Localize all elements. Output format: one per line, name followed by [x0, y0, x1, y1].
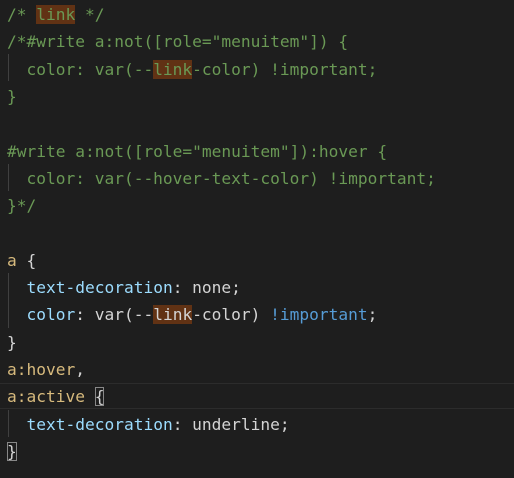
- code-token: ;: [367, 305, 378, 325]
- code-token: */: [75, 5, 105, 24]
- bracket-match: }: [7, 441, 17, 461]
- code-line[interactable]: }: [7, 438, 17, 465]
- code-editor[interactable]: /* link *//*#write a:not([role="menuitem…: [0, 0, 514, 478]
- code-token: }: [7, 86, 17, 106]
- code-token: a: [7, 250, 17, 270]
- search-match-highlight: link: [153, 59, 193, 79]
- code-token: color: var(--: [7, 59, 154, 79]
- code-token: text-decoration: [26, 414, 173, 434]
- search-match-highlight: link: [36, 5, 76, 24]
- code-token: #write a:not([role="menuitem"]):hover {: [7, 141, 388, 161]
- code-line[interactable]: a:hover,: [7, 356, 85, 383]
- code-token: a:active: [7, 387, 85, 407]
- code-token: {: [16, 250, 37, 270]
- code-line[interactable]: color: var(--link-color) !important;: [7, 56, 377, 83]
- code-token: /*#write a:not([role="menuitem"]) {: [7, 32, 349, 52]
- code-line[interactable]: text-decoration: none;: [7, 274, 241, 301]
- code-line[interactable]: }: [7, 329, 17, 356]
- code-token: a:hover: [7, 359, 76, 379]
- code-line[interactable]: }: [7, 83, 17, 110]
- code-line[interactable]: text-decoration: underline;: [7, 411, 290, 438]
- code-line[interactable]: a {: [7, 247, 36, 274]
- code-token: color: [26, 305, 76, 325]
- code-token: }*/: [7, 196, 37, 216]
- search-match-highlight: link: [153, 305, 193, 325]
- code-line[interactable]: /* link */: [7, 1, 104, 28]
- code-line[interactable]: color: var(--link-color) !important;: [7, 301, 377, 328]
- code-token: !important: [270, 305, 368, 325]
- code-line[interactable]: a:active {: [7, 383, 105, 410]
- code-token: -color) !important;: [192, 59, 378, 79]
- code-token: : var(--: [75, 305, 154, 325]
- code-line[interactable]: /*#write a:not([role="menuitem"]) {: [7, 28, 348, 55]
- code-token: }: [7, 332, 17, 352]
- code-token: /*: [7, 5, 37, 24]
- code-token: text-decoration: [26, 278, 173, 297]
- code-line[interactable]: }*/: [7, 192, 36, 219]
- code-line[interactable]: #write a:not([role="menuitem"]):hover {: [7, 138, 387, 165]
- bracket-match: {: [94, 387, 105, 407]
- code-token: ,: [75, 359, 85, 379]
- code-line[interactable]: color: var(--hover-text-color) !importan…: [7, 165, 436, 192]
- code-token: -color): [192, 305, 271, 325]
- code-token: : underline;: [172, 414, 290, 434]
- code-token: : none;: [172, 278, 241, 297]
- code-token: color: var(--hover-text-color) !importan…: [7, 168, 436, 188]
